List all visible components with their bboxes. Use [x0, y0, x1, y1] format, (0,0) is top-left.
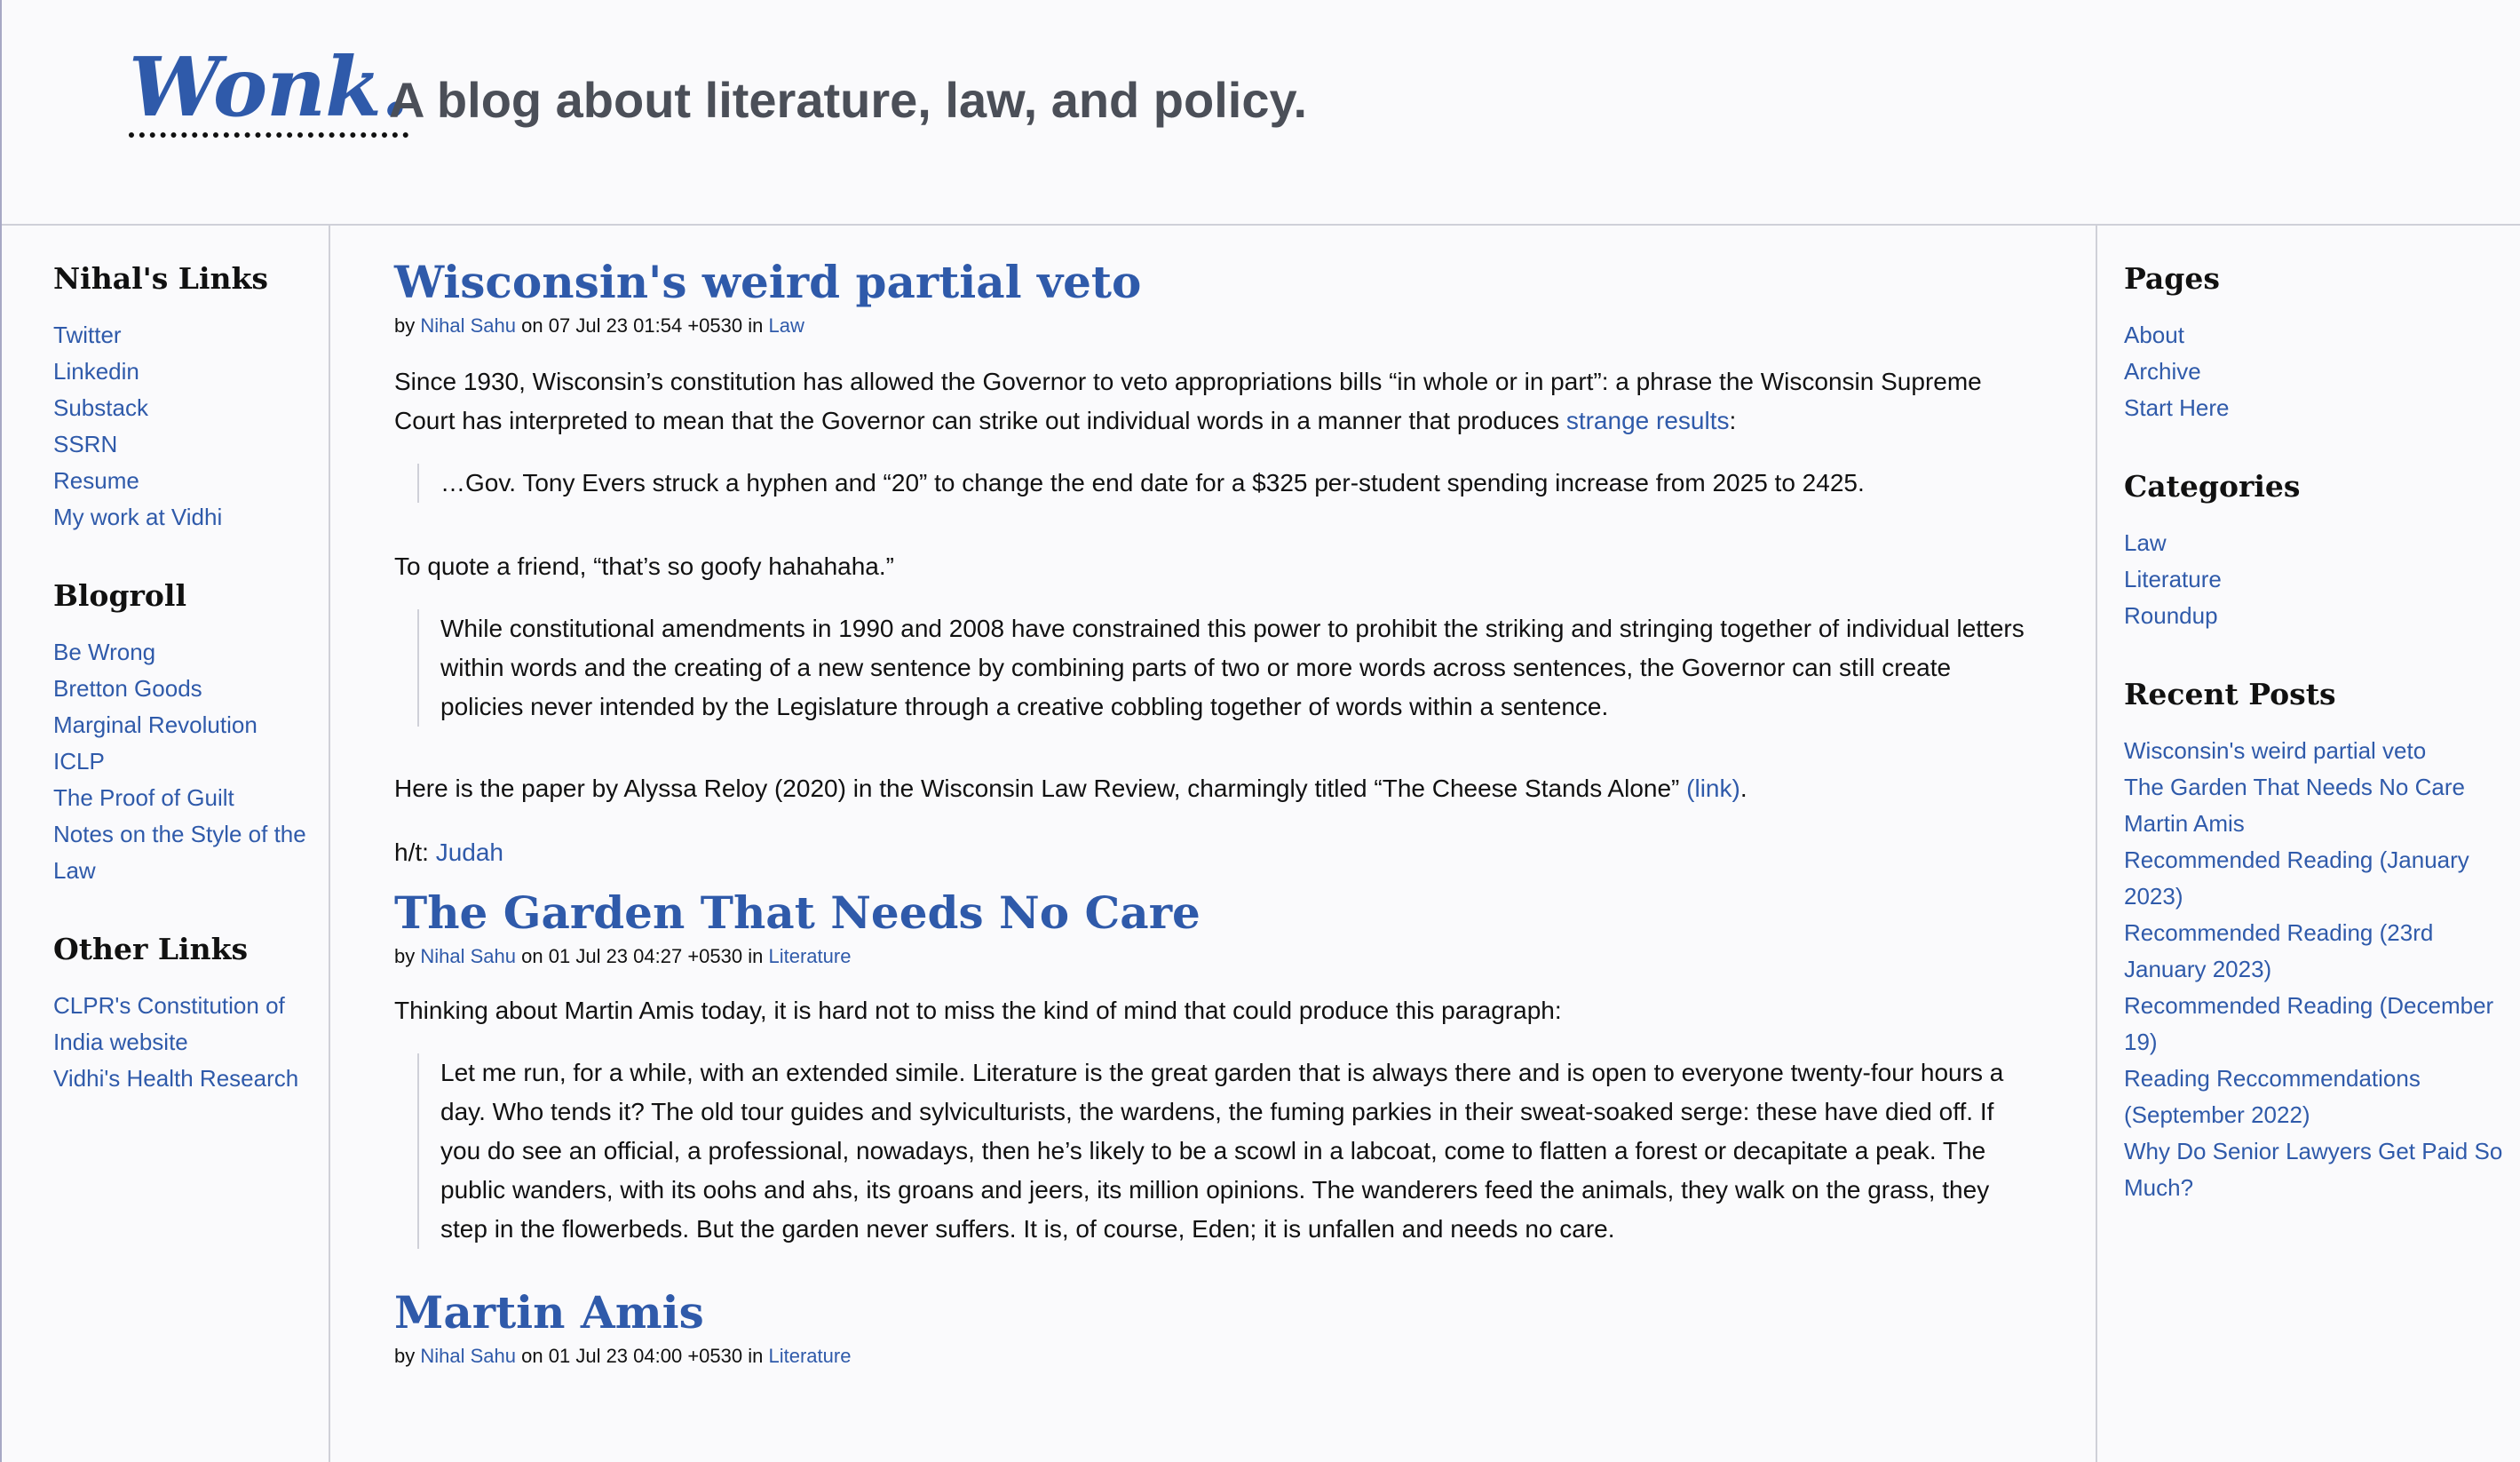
other-link-clpr[interactable]: CLPR's Constitution of India website [53, 992, 285, 1055]
byline-by-label: by [394, 945, 416, 967]
sidebar-heading-blogroll: Blogroll [53, 578, 186, 613]
right-sidebar: Pages About Archive Start Here Categorie… [2096, 226, 2520, 1462]
paper-link[interactable]: (link) [1686, 775, 1740, 802]
post-paragraph: Thinking about Martin Amis today, it is … [394, 997, 1562, 1024]
recent-post-link[interactable]: Recommended Reading (January 2023) [2124, 846, 2469, 910]
post-paragraph: To quote a friend, “that’s so goofy haha… [394, 552, 894, 580]
recent-posts-list: Wisconsin's weird partial veto The Garde… [2124, 733, 2520, 1206]
byline-in-label: in [748, 314, 764, 337]
blogroll-link-bretton-goods[interactable]: Bretton Goods [53, 675, 202, 702]
post-date: 01 Jul 23 04:00 +0530 [548, 1345, 743, 1367]
page-link-about[interactable]: About [2124, 322, 2184, 348]
hat-tip-link[interactable]: Judah [436, 838, 503, 866]
other-link-vidhi-health[interactable]: Vidhi's Health Research [53, 1065, 298, 1092]
blogroll-link-marginal-revolution[interactable]: Marginal Revolution [53, 711, 258, 738]
byline-in-label: in [748, 1345, 764, 1367]
sidebar-heading-nihals-links: Nihal's Links [53, 261, 268, 296]
paragraph-text: Since 1930, Wisconsin’s constitution has… [394, 368, 1982, 434]
blogroll-link-iclp[interactable]: ICLP [53, 748, 105, 775]
post-date: 07 Jul 23 01:54 +0530 [548, 314, 743, 337]
category-link[interactable]: Literature [768, 1345, 851, 1367]
byline-on-label: on [521, 314, 543, 337]
blogroll-list: Be Wrong Bretton Goods Marginal Revoluti… [53, 634, 329, 889]
sidebar-link-resume[interactable]: Resume [53, 467, 139, 494]
site-tagline: A blog about literature, law, and policy… [389, 72, 1308, 128]
strange-results-link[interactable]: strange results [1566, 407, 1730, 434]
byline-in-label: in [748, 945, 764, 967]
category-link[interactable]: Literature [768, 945, 851, 967]
sidebar-heading-pages: Pages [2124, 261, 2220, 296]
site-brand-link[interactable]: Wonk. [129, 44, 409, 138]
post-byline: by Nihal Sahu on 07 Jul 23 01:54 +0530 i… [394, 314, 2037, 338]
sidebar-heading-recent-posts: Recent Posts [2124, 677, 2336, 711]
sidebar-link-ssrn[interactable]: SSRN [53, 431, 117, 457]
post-article: Martin Amis by Nihal Sahu on 01 Jul 23 0… [394, 1286, 2037, 1368]
post-title-link[interactable]: Martin Amis [394, 1286, 704, 1339]
recent-post-link[interactable]: Martin Amis [2124, 810, 2245, 837]
sidebar-heading-other-links: Other Links [53, 932, 249, 966]
byline-by-label: by [394, 314, 416, 337]
post-article: Wisconsin's weird partial veto by Nihal … [394, 256, 2037, 872]
recent-post-link[interactable]: Why Do Senior Lawyers Get Paid So Much? [2124, 1138, 2502, 1201]
site-header: Wonk. A blog about literature, law, and … [2, 0, 2520, 226]
byline-on-label: on [521, 1345, 543, 1367]
category-link-roundup[interactable]: Roundup [2124, 602, 2218, 629]
recent-post-link[interactable]: Recommended Reading (December 19) [2124, 992, 2493, 1055]
author-link[interactable]: Nihal Sahu [420, 1345, 516, 1367]
post-blockquote: While constitutional amendments in 1990 … [417, 609, 2037, 727]
pages-list: About Archive Start Here [2124, 317, 2520, 426]
left-sidebar: Nihal's Links Twitter Linkedin Substack … [2, 226, 330, 1462]
post-paragraph: Here is the paper by Alyssa Reloy (2020)… [394, 769, 2037, 808]
blogroll-link-be-wrong[interactable]: Be Wrong [53, 639, 155, 665]
author-link[interactable]: Nihal Sahu [420, 314, 516, 337]
sidebar-link-linkedin[interactable]: Linkedin [53, 358, 139, 385]
sidebar-link-vidhi-work[interactable]: My work at Vidhi [53, 504, 222, 530]
categories-list: Law Literature Roundup [2124, 525, 2520, 634]
category-link[interactable]: Law [768, 314, 804, 337]
paragraph-end: . [1739, 775, 1747, 802]
hat-tip-label: h/t: [394, 838, 436, 866]
nihals-links-list: Twitter Linkedin Substack SSRN Resume My… [53, 317, 329, 536]
sidebar-link-substack[interactable]: Substack [53, 394, 148, 421]
category-link-law[interactable]: Law [2124, 529, 2167, 556]
blogroll-link-proof-of-guilt[interactable]: The Proof of Guilt [53, 784, 234, 811]
post-date: 01 Jul 23 04:27 +0530 [548, 945, 743, 967]
post-title-link[interactable]: Wisconsin's weird partial veto [394, 256, 1141, 308]
byline-by-label: by [394, 1345, 416, 1367]
byline-on-label: on [521, 945, 543, 967]
post-paragraph: h/t: Judah [394, 833, 2037, 872]
post-byline: by Nihal Sahu on 01 Jul 23 04:27 +0530 i… [394, 945, 2037, 968]
post-blockquote: Let me run, for a while, with an extende… [417, 1053, 2037, 1249]
recent-post-link[interactable]: Recommended Reading (23rd January 2023) [2124, 919, 2433, 982]
category-link-literature[interactable]: Literature [2124, 566, 2222, 592]
page-link-start-here[interactable]: Start Here [2124, 394, 2230, 421]
blogroll-link-style-of-law[interactable]: Notes on the Style of the Law [53, 821, 306, 884]
post-byline: by Nihal Sahu on 01 Jul 23 04:00 +0530 i… [394, 1345, 2037, 1368]
post-title-link[interactable]: The Garden That Needs No Care [394, 886, 1201, 939]
paragraph-end: : [1729, 407, 1737, 434]
recent-post-link[interactable]: Wisconsin's weird partial veto [2124, 737, 2426, 764]
post-paragraph: Since 1930, Wisconsin’s constitution has… [394, 362, 2037, 441]
recent-post-link[interactable]: The Garden That Needs No Care [2124, 774, 2465, 800]
page-link-archive[interactable]: Archive [2124, 358, 2201, 385]
paragraph-text: Here is the paper by Alyssa Reloy (2020)… [394, 775, 1687, 802]
post-article: The Garden That Needs No Care by Nihal S… [394, 886, 2037, 1249]
post-blockquote: …Gov. Tony Evers struck a hyphen and “20… [417, 464, 2037, 503]
recent-post-link[interactable]: Reading Reccommendations (September 2022… [2124, 1065, 2421, 1128]
sidebar-heading-categories: Categories [2124, 469, 2301, 504]
sidebar-link-twitter[interactable]: Twitter [53, 322, 122, 348]
other-links-list: CLPR's Constitution of India website Vid… [53, 988, 329, 1097]
author-link[interactable]: Nihal Sahu [420, 945, 516, 967]
main-content: Wisconsin's weird partial veto by Nihal … [394, 226, 2037, 1368]
